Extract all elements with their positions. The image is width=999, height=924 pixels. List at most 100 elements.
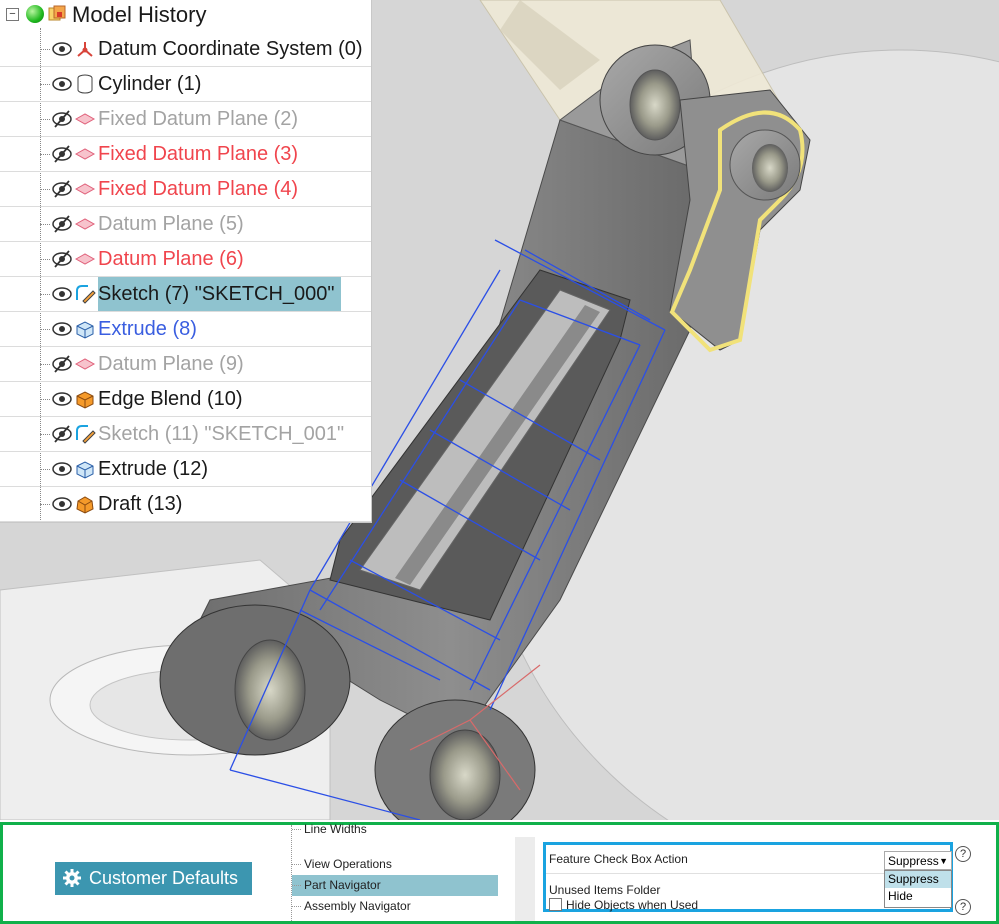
hidden-eye-icon[interactable] xyxy=(51,108,73,130)
customer-defaults-panel: Customer Defaults Line Widths View Opera… xyxy=(0,822,999,924)
customer-defaults-button[interactable]: Customer Defaults xyxy=(55,862,252,895)
feature-label: Datum Plane (5) xyxy=(98,213,244,235)
visibility-eye-icon[interactable] xyxy=(51,493,73,515)
datum-csys-icon xyxy=(77,42,93,57)
tree-row[interactable]: Datum Plane (5) xyxy=(0,207,371,242)
tree-row[interactable]: Datum Plane (6) xyxy=(0,242,371,277)
dropdown-option-suppress[interactable]: Suppress xyxy=(885,871,951,888)
tree-connector xyxy=(40,224,50,225)
nav-item-label: Assembly Navigator xyxy=(304,899,411,913)
tree-row[interactable]: Extrude (8) xyxy=(0,312,371,347)
tree-connector xyxy=(40,399,50,400)
feature-label: Draft (13) xyxy=(98,493,183,515)
feature-check-box-action-select[interactable]: Suppress ▼ xyxy=(884,851,952,870)
hidden-eye-icon[interactable] xyxy=(51,353,73,375)
tree-connector xyxy=(40,84,50,85)
visibility-eye-icon[interactable] xyxy=(51,388,73,410)
feature-label: Extrude (8) xyxy=(98,318,197,340)
visibility-eye-icon[interactable] xyxy=(51,318,73,340)
tree-row[interactable]: Edge Blend (10) xyxy=(0,382,371,417)
tree-row[interactable]: Sketch (11) "SKETCH_001" xyxy=(0,417,371,452)
hidden-eye-icon[interactable] xyxy=(51,143,73,165)
visibility-eye-icon[interactable] xyxy=(51,283,73,305)
visibility-eye-icon[interactable] xyxy=(51,38,73,60)
part-navigator-tree[interactable]: − Model History Datum Coordinate System … xyxy=(0,0,372,523)
nav-item-label: Part Navigator xyxy=(304,878,381,892)
draft-icon xyxy=(76,496,94,514)
select-value: Suppress xyxy=(888,854,939,868)
tree-row[interactable]: Fixed Datum Plane (4) xyxy=(0,172,371,207)
feature-label: Edge Blend (10) xyxy=(98,388,243,410)
status-green-icon xyxy=(26,5,44,23)
tree-row[interactable]: Datum Plane (9) xyxy=(0,347,371,382)
help-icon[interactable]: ? xyxy=(955,899,971,915)
visibility-eye-icon[interactable] xyxy=(51,458,73,480)
chevron-down-icon: ▼ xyxy=(939,856,948,866)
feature-label: Extrude (12) xyxy=(98,458,209,480)
extrude-icon xyxy=(76,321,94,339)
hide-objects-label: Hide Objects when Used xyxy=(566,898,699,912)
hidden-eye-icon[interactable] xyxy=(51,248,73,270)
tree-row[interactable]: Fixed Datum Plane (2) xyxy=(0,102,371,137)
tree-row[interactable]: Draft (13) xyxy=(0,487,371,522)
nav-item-label: Line Widths xyxy=(304,822,367,836)
hidden-eye-icon[interactable] xyxy=(51,213,73,235)
datum-plane-icon xyxy=(74,218,96,230)
hidden-eye-icon[interactable] xyxy=(51,423,73,445)
sketch-icon xyxy=(76,285,96,304)
gear-icon xyxy=(63,869,81,887)
customer-defaults-label: Customer Defaults xyxy=(89,868,239,888)
tree-connector xyxy=(40,189,50,190)
nav-item-line-widths[interactable]: Line Widths xyxy=(292,819,498,840)
tree-row[interactable]: Cylinder (1) xyxy=(0,67,371,102)
datum-plane-icon xyxy=(74,183,96,195)
nav-item-view-operations[interactable]: View Operations xyxy=(292,854,498,875)
model-history-label: Model History xyxy=(72,2,207,27)
tree-connector xyxy=(40,434,50,435)
tree-connector xyxy=(40,119,50,120)
extrude-icon xyxy=(76,461,94,479)
feature-check-box-action-dropdown[interactable]: Suppress Hide xyxy=(884,870,952,908)
tree-connector xyxy=(40,259,50,260)
tree-row[interactable]: Extrude (12) xyxy=(0,452,371,487)
tree-connector xyxy=(40,154,50,155)
datum-plane-icon xyxy=(74,253,96,265)
feature-label: Sketch (11) "SKETCH_001" xyxy=(98,423,345,445)
nav-item-label: View Operations xyxy=(304,857,392,871)
unused-items-folder-label: Unused Items Folder xyxy=(549,883,661,897)
feature-label: Datum Plane (9) xyxy=(98,353,244,375)
tree-row[interactable]: Datum Coordinate System (0) xyxy=(0,32,371,67)
feature-label: Datum Plane (6) xyxy=(98,248,244,270)
tree-connector xyxy=(40,364,50,365)
tree-row[interactable]: Fixed Datum Plane (3) xyxy=(0,137,371,172)
feature-label: Sketch (7) "SKETCH_000" xyxy=(98,277,341,311)
nav-item-assembly-navigator[interactable]: Assembly Navigator xyxy=(292,896,498,917)
tree-connector xyxy=(40,504,50,505)
splitter[interactable] xyxy=(515,837,535,921)
collapse-icon[interactable]: − xyxy=(6,8,19,21)
tree-connector xyxy=(40,49,50,50)
feature-label: Fixed Datum Plane (4) xyxy=(98,178,299,200)
nav-item-part-navigator[interactable]: Part Navigator xyxy=(292,875,498,896)
feature-check-box-action-label: Feature Check Box Action xyxy=(549,852,688,866)
help-icon[interactable]: ? xyxy=(955,846,971,862)
feature-label: Fixed Datum Plane (3) xyxy=(98,143,299,165)
datum-plane-icon xyxy=(74,358,96,370)
edge-blend-icon xyxy=(76,391,94,409)
hidden-eye-icon[interactable] xyxy=(51,178,73,200)
model-history-node[interactable]: − Model History xyxy=(0,0,371,30)
model-history-icon xyxy=(48,5,66,21)
hide-objects-checkbox[interactable] xyxy=(549,898,562,911)
cylinder-icon xyxy=(77,74,93,94)
settings-navigation-list[interactable]: Line Widths View Operations Part Navigat… xyxy=(291,822,512,921)
tree-row[interactable]: Sketch (7) "SKETCH_000" xyxy=(0,277,371,312)
datum-plane-icon xyxy=(74,113,96,125)
sketch-icon xyxy=(76,425,96,444)
part-navigator-options: Feature Check Box Action Suppress ▼ Supp… xyxy=(543,842,953,912)
tree-connector xyxy=(40,329,50,330)
tree-connector xyxy=(40,469,50,470)
visibility-eye-icon[interactable] xyxy=(51,73,73,95)
tree-connector xyxy=(40,294,50,295)
dropdown-option-hide[interactable]: Hide xyxy=(885,888,951,905)
feature-label: Datum Coordinate System (0) xyxy=(98,38,363,60)
